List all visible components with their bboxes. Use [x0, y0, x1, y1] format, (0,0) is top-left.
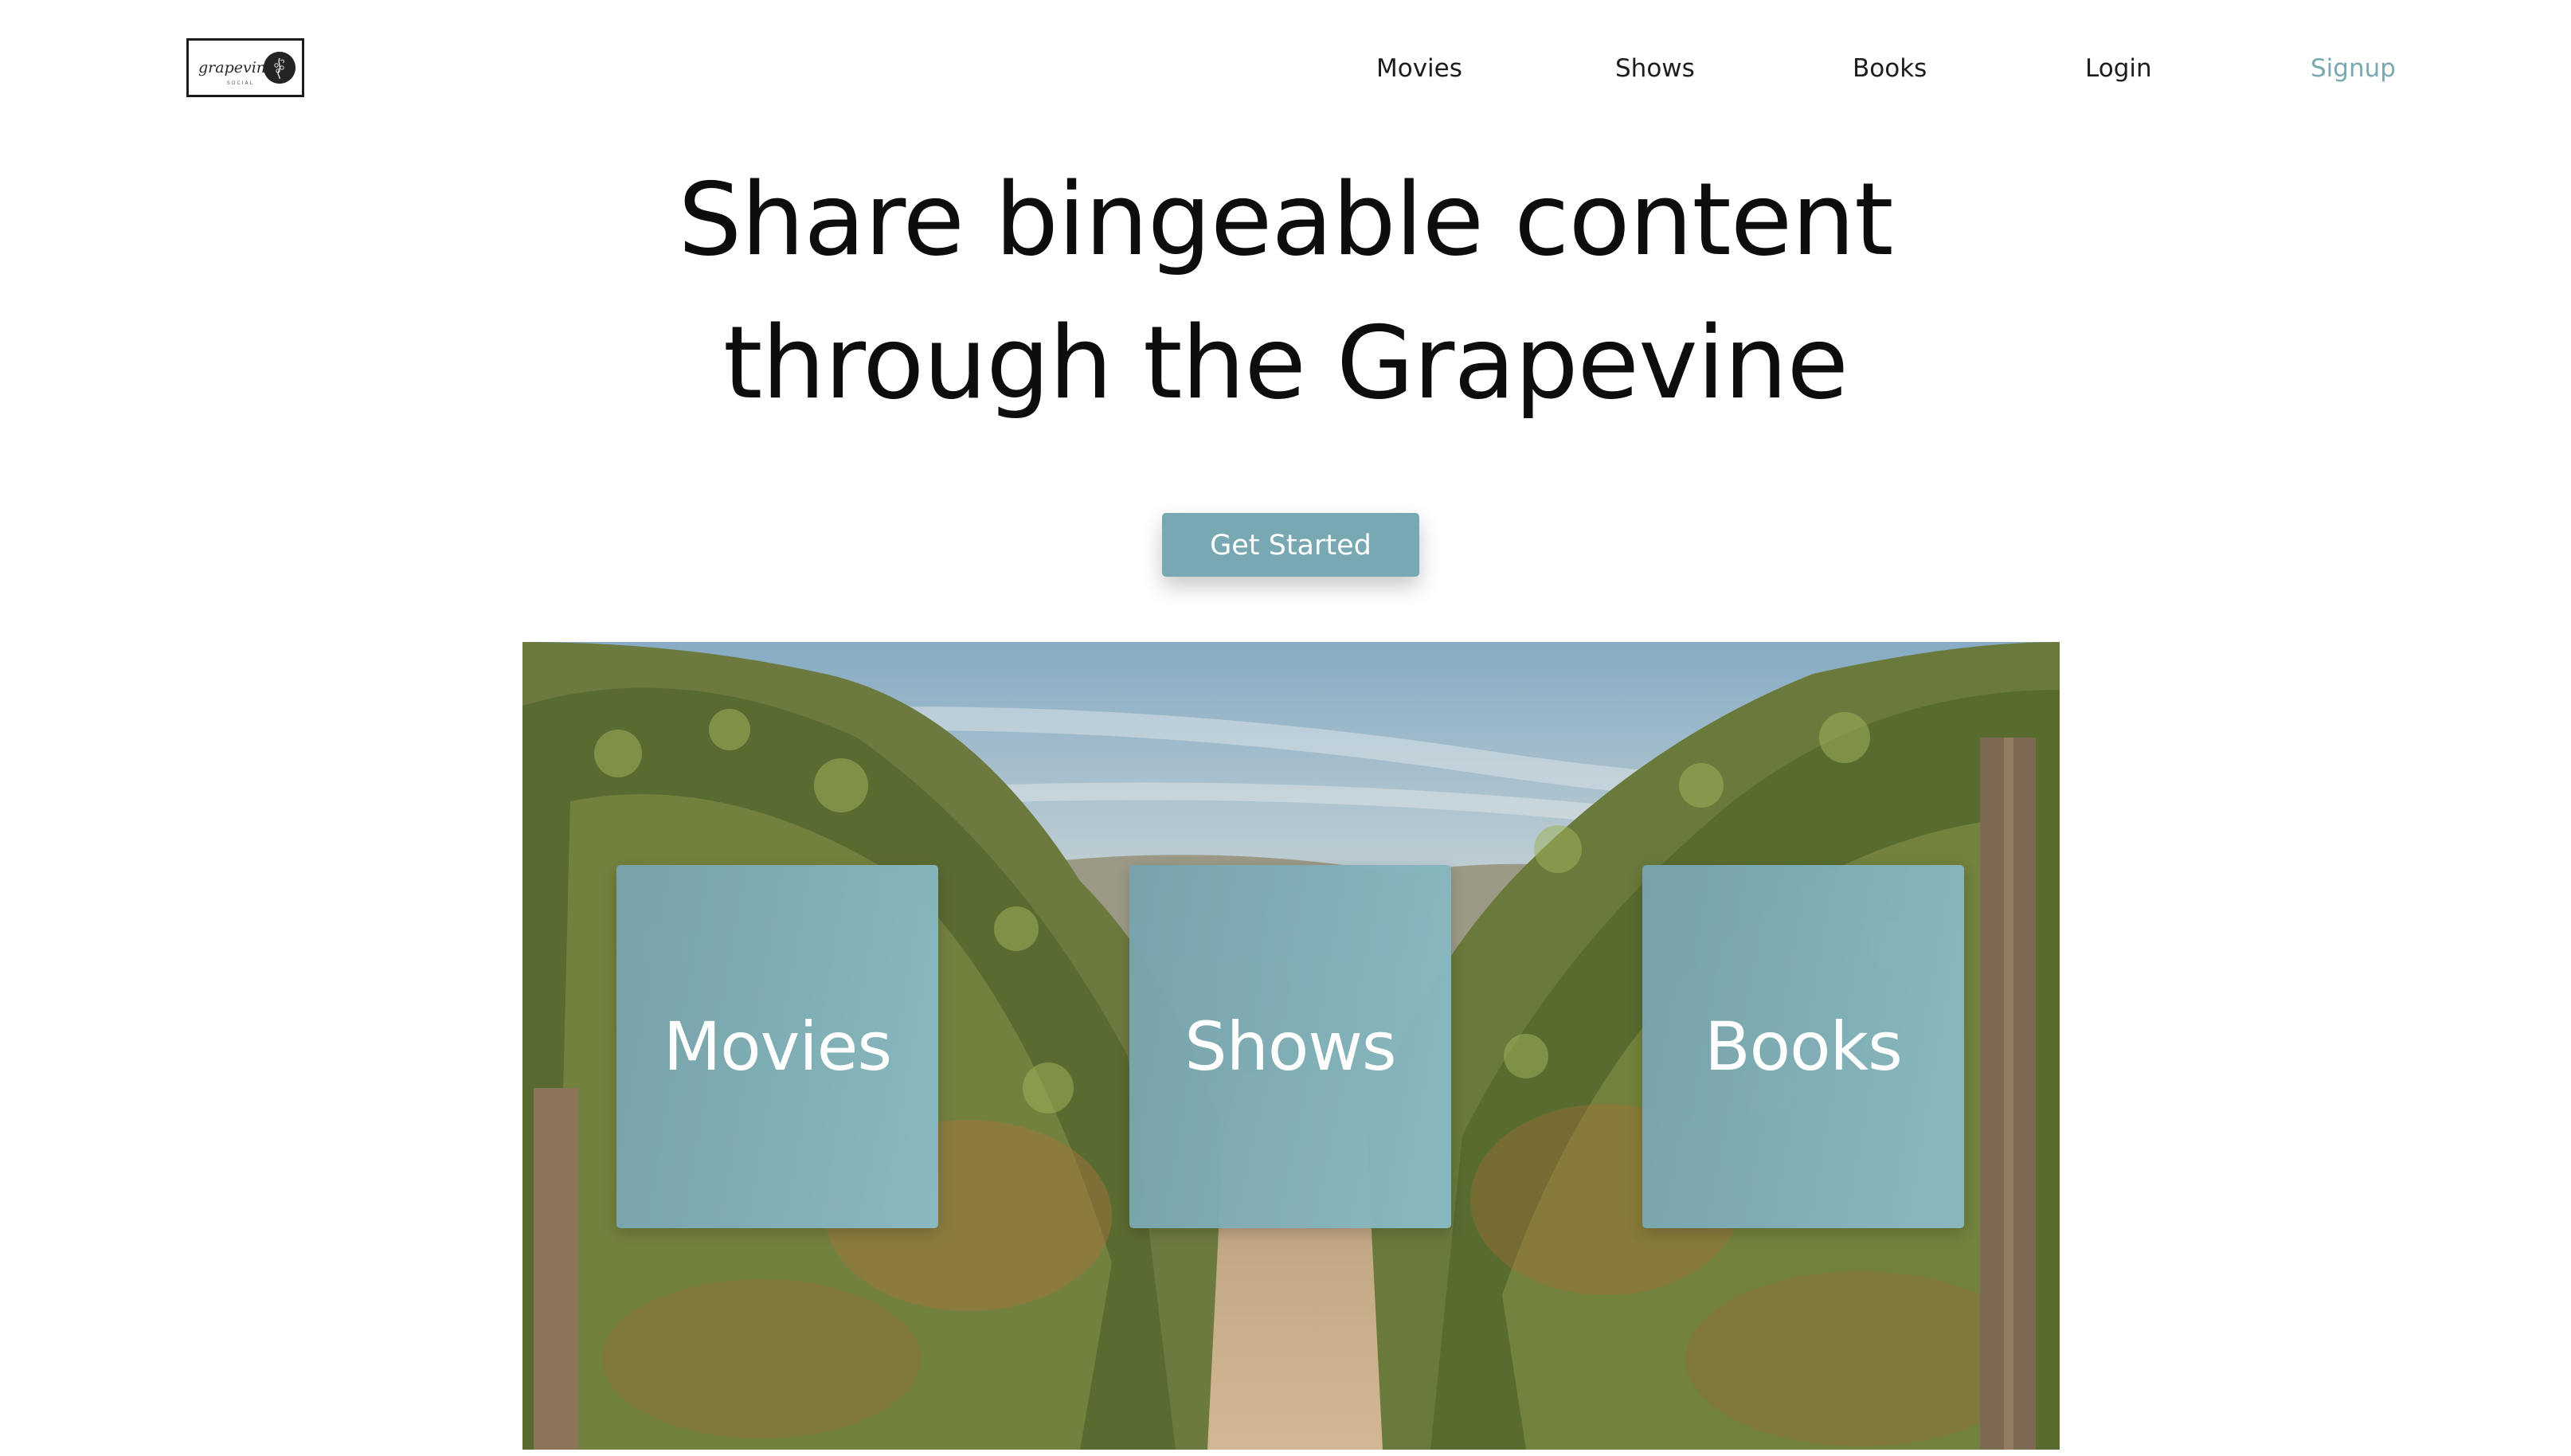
hero-headline-line-2: through the Grapevine — [722, 304, 1849, 421]
nav-login-link[interactable]: Login — [2085, 53, 2152, 84]
nav-movies-link[interactable]: Movies — [1376, 53, 1462, 84]
logo[interactable]: grapevine SOCIAL — [186, 38, 304, 97]
hero-headline: Share bingeable content through the Grap… — [0, 148, 2571, 435]
shows-category-card[interactable]: Shows — [1129, 865, 1451, 1228]
vineyard-banner-image: Movies Shows Books — [522, 642, 2060, 1450]
landing-page: grapevine SOCIAL Movies Shows Books Logi… — [0, 0, 2571, 1456]
nav-books-link[interactable]: Books — [1853, 53, 1927, 84]
grape-vine-emblem-icon — [264, 52, 295, 84]
books-card-label: Books — [1704, 1008, 1903, 1086]
books-category-card[interactable]: Books — [1642, 865, 1964, 1228]
nav-shows-link[interactable]: Shows — [1615, 53, 1695, 84]
hero-headline-line-1: Share bingeable content — [678, 161, 1893, 278]
movies-card-label: Movies — [663, 1008, 892, 1086]
get-started-button[interactable]: Get Started — [1162, 513, 1419, 577]
movies-category-card[interactable]: Movies — [616, 865, 938, 1228]
shows-card-label: Shows — [1184, 1008, 1396, 1086]
logo-subtext: SOCIAL — [227, 80, 254, 86]
nav-signup-link[interactable]: Signup — [2311, 53, 2396, 84]
